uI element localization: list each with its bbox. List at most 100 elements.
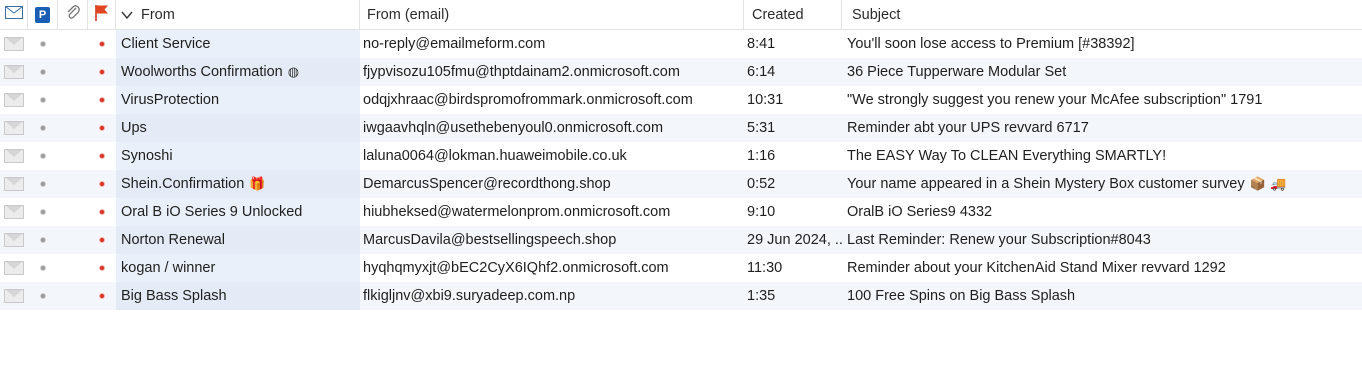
column-flag[interactable]	[88, 0, 116, 29]
created-cell[interactable]: 1:16	[744, 142, 842, 170]
subject-cell[interactable]: The EASY Way To CLEAN Everything SMARTLY…	[842, 142, 1362, 170]
read-status-cell[interactable]	[0, 226, 28, 254]
email-cell[interactable]: iwgaavhqln@usethebenyoul0.onmicrosoft.co…	[360, 114, 744, 142]
email-cell[interactable]: flkigljnv@xbi9.suryadeep.com.np	[360, 282, 744, 310]
flag-cell[interactable]	[88, 198, 116, 226]
read-status-cell[interactable]	[0, 282, 28, 310]
envelope-icon[interactable]	[4, 261, 24, 275]
read-status-cell[interactable]	[0, 142, 28, 170]
message-row[interactable]: Synoshi laluna0064@lokman.huaweimobile.co…	[0, 142, 1362, 170]
from-cell[interactable]: Big Bass Splash	[116, 282, 360, 310]
flag-dot-icon[interactable]	[100, 154, 104, 158]
from-cell[interactable]: Ups	[116, 114, 360, 142]
priority-cell[interactable]	[28, 86, 58, 114]
flag-dot-icon[interactable]	[100, 238, 104, 242]
from-cell[interactable]: Synoshi	[116, 142, 360, 170]
envelope-icon[interactable]	[4, 65, 24, 79]
column-email[interactable]: From (email)	[360, 0, 744, 29]
subject-cell[interactable]: Your name appeared in a Shein Mystery Bo…	[842, 170, 1362, 198]
envelope-icon[interactable]	[4, 37, 24, 51]
message-row[interactable]: Shein.Confirmation 🎁 DemarcusSpencer@recor…	[0, 170, 1362, 198]
subject-cell[interactable]: 36 Piece Tupperware Modular Set	[842, 58, 1362, 86]
column-from[interactable]: From	[116, 0, 360, 29]
column-subject[interactable]: Subject	[842, 0, 1362, 29]
created-cell[interactable]: 8:41	[744, 30, 842, 58]
created-cell[interactable]: 10:31	[744, 86, 842, 114]
read-status-cell[interactable]	[0, 198, 28, 226]
flag-cell[interactable]	[88, 86, 116, 114]
flag-cell[interactable]	[88, 170, 116, 198]
flag-cell[interactable]	[88, 254, 116, 282]
message-row[interactable]: Big Bass Splash flkigljnv@xbi9.suryadeep.…	[0, 282, 1362, 310]
subject-cell[interactable]: Reminder about your KitchenAid Stand Mix…	[842, 254, 1362, 282]
envelope-icon[interactable]	[4, 93, 24, 107]
flag-dot-icon[interactable]	[100, 126, 104, 130]
created-cell[interactable]: 0:52	[744, 170, 842, 198]
flag-dot-icon[interactable]	[100, 182, 104, 186]
priority-cell[interactable]	[28, 282, 58, 310]
column-priority[interactable]: P	[28, 0, 58, 29]
message-row[interactable]: Ups iwgaavhqln@usethebenyoul0.onmicrosoft…	[0, 114, 1362, 142]
flag-dot-icon[interactable]	[100, 98, 104, 102]
email-cell[interactable]: laluna0064@lokman.huaweimobile.co.uk	[360, 142, 744, 170]
flag-dot-icon[interactable]	[100, 294, 104, 298]
read-status-cell[interactable]	[0, 114, 28, 142]
created-cell[interactable]: 11:30	[744, 254, 842, 282]
flag-cell[interactable]	[88, 58, 116, 86]
envelope-icon[interactable]	[4, 121, 24, 135]
flag-dot-icon[interactable]	[100, 266, 104, 270]
column-created[interactable]: Created	[744, 0, 842, 29]
from-cell[interactable]: kogan / winner	[116, 254, 360, 282]
email-cell[interactable]: DemarcusSpencer@recordthong.shop	[360, 170, 744, 198]
priority-cell[interactable]	[28, 30, 58, 58]
subject-cell[interactable]: 100 Free Spins on Big Bass Splash	[842, 282, 1362, 310]
subject-cell[interactable]: Reminder abt your UPS revvard 6717	[842, 114, 1362, 142]
created-cell[interactable]: 9:10	[744, 198, 842, 226]
envelope-icon[interactable]	[4, 289, 24, 303]
from-cell[interactable]: Client Service	[116, 30, 360, 58]
envelope-icon[interactable]	[4, 149, 24, 163]
from-cell[interactable]: VirusProtection	[116, 86, 360, 114]
message-row[interactable]: kogan / winner hyqhqmyxjt@bEC2CyX6IQhf2.o…	[0, 254, 1362, 282]
read-status-cell[interactable]	[0, 30, 28, 58]
from-cell[interactable]: Woolworths Confirmation ◍	[116, 58, 360, 86]
message-row[interactable]: VirusProtection odqjxhraac@birdspromofrom…	[0, 86, 1362, 114]
sort-down-icon[interactable]	[121, 11, 133, 19]
email-cell[interactable]: MarcusDavila@bestsellingspeech.shop	[360, 226, 744, 254]
priority-cell[interactable]	[28, 198, 58, 226]
priority-cell[interactable]	[28, 254, 58, 282]
message-row[interactable]: Norton Renewal MarcusDavila@bestsellingsp…	[0, 226, 1362, 254]
from-cell[interactable]: Oral B iO Series 9 Unlocked	[116, 198, 360, 226]
created-cell[interactable]: 1:35	[744, 282, 842, 310]
flag-cell[interactable]	[88, 30, 116, 58]
from-cell[interactable]: Norton Renewal	[116, 226, 360, 254]
created-cell[interactable]: 29 Jun 2024, ...	[744, 226, 842, 254]
from-cell[interactable]: Shein.Confirmation 🎁	[116, 170, 360, 198]
flag-dot-icon[interactable]	[100, 70, 104, 74]
created-cell[interactable]: 5:31	[744, 114, 842, 142]
message-row[interactable]: Oral B iO Series 9 Unlocked hiubheksed@wa…	[0, 198, 1362, 226]
priority-cell[interactable]	[28, 226, 58, 254]
message-row[interactable]: Client Service no-reply@emailmeform.com 8:…	[0, 30, 1362, 58]
read-status-cell[interactable]	[0, 170, 28, 198]
priority-cell[interactable]	[28, 170, 58, 198]
envelope-icon[interactable]	[4, 233, 24, 247]
subject-cell[interactable]: OralB iO Series9 4332	[842, 198, 1362, 226]
created-cell[interactable]: 6:14	[744, 58, 842, 86]
read-status-cell[interactable]	[0, 58, 28, 86]
read-status-cell[interactable]	[0, 86, 28, 114]
email-cell[interactable]: no-reply@emailmeform.com	[360, 30, 744, 58]
read-status-cell[interactable]	[0, 254, 28, 282]
email-cell[interactable]: fjypvisozu105fmu@thptdainam2.onmicrosoft…	[360, 58, 744, 86]
column-attachment[interactable]	[58, 0, 88, 29]
flag-cell[interactable]	[88, 282, 116, 310]
priority-cell[interactable]	[28, 58, 58, 86]
subject-cell[interactable]: Last Reminder: Renew your Subscription#8…	[842, 226, 1362, 254]
flag-dot-icon[interactable]	[100, 210, 104, 214]
flag-cell[interactable]	[88, 114, 116, 142]
subject-cell[interactable]: "We strongly suggest you renew your McAf…	[842, 86, 1362, 114]
envelope-icon[interactable]	[4, 177, 24, 191]
email-cell[interactable]: odqjxhraac@birdspromofrommark.onmicrosof…	[360, 86, 744, 114]
message-row[interactable]: Woolworths Confirmation ◍ fjypvisozu105fmu…	[0, 58, 1362, 86]
email-cell[interactable]: hiubheksed@watermelonprom.onmicrosoft.co…	[360, 198, 744, 226]
